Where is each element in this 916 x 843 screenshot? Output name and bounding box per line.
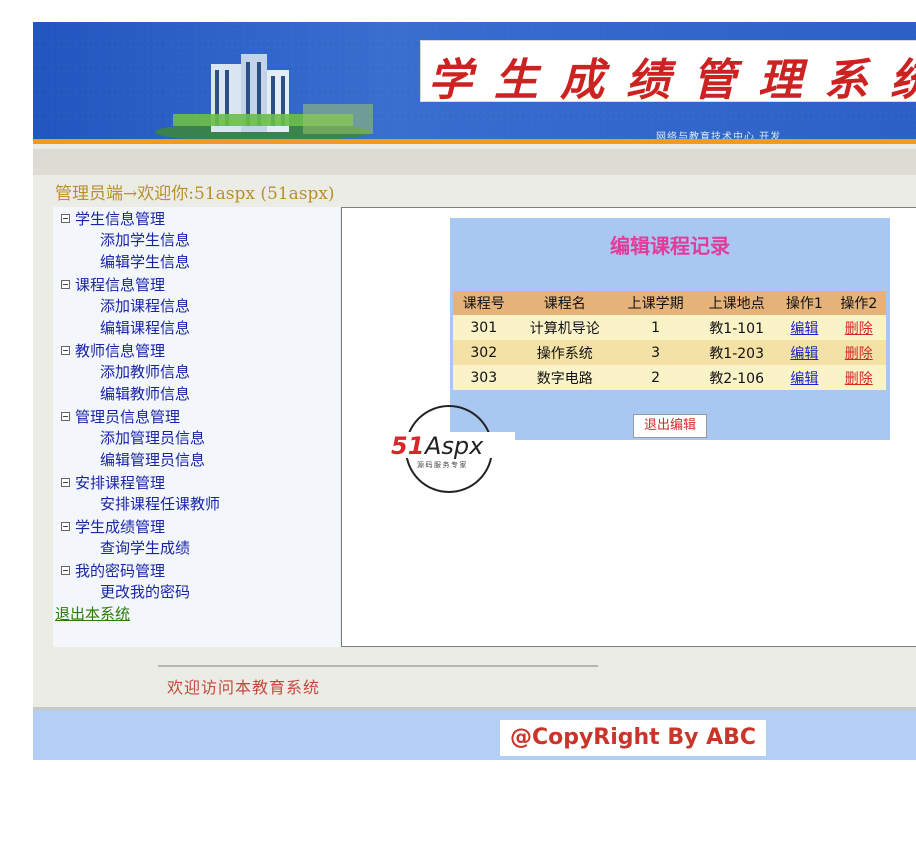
logout-link[interactable]: 退出本系统 <box>53 603 340 625</box>
column-header: 课程号 <box>453 291 515 315</box>
menu-item-edit-course[interactable]: 编辑课程信息 <box>53 317 340 339</box>
menu-group-course: 课程信息管理 添加课程信息 编辑课程信息 <box>53 273 340 339</box>
welcome-text: 管理员端→欢迎你:51aspx (51aspx) <box>55 184 335 204</box>
column-header: 操作2 <box>831 291 886 315</box>
menu-item-assign-teacher[interactable]: 安排课程任课教师 <box>53 493 340 515</box>
menu-group-course-header[interactable]: 课程信息管理 <box>53 273 340 295</box>
collapse-icon[interactable] <box>61 521 70 531</box>
menu-group-label[interactable]: 我的密码管理 <box>75 560 165 581</box>
sidebar-menu: 学生信息管理 添加学生信息 编辑学生信息 课程信息管理 添加课程信息 编辑课程信… <box>53 207 340 647</box>
logo-subtext: 源码服务专家 <box>417 460 468 469</box>
menu-group-teacher: 教师信息管理 添加教师信息 编辑教师信息 <box>53 339 340 405</box>
column-header: 上课学期 <box>615 291 697 315</box>
menu-group-label[interactable]: 教师信息管理 <box>75 340 165 361</box>
table-row: 302 操作系统 3 教1-203 编辑 删除 <box>453 340 886 365</box>
menu-group-student-header[interactable]: 学生信息管理 <box>53 207 340 229</box>
menu-item-add-teacher[interactable]: 添加教师信息 <box>53 361 340 383</box>
exit-edit-button[interactable]: 退出编辑 <box>633 414 707 438</box>
footer-welcome: 欢迎访问本教育系统 <box>167 678 321 697</box>
table-row: 303 数字电路 2 教2-106 编辑 删除 <box>453 365 886 390</box>
menu-group-schedule-header[interactable]: 安排课程管理 <box>53 471 340 493</box>
cell-course-id: 301 <box>453 315 515 340</box>
menu-group-admin-header[interactable]: 管理员信息管理 <box>53 405 340 427</box>
cell-course-id: 303 <box>453 365 515 390</box>
building-illustration <box>155 54 373 139</box>
edit-link[interactable]: 编辑 <box>790 371 818 387</box>
menu-item-edit-admin[interactable]: 编辑管理员信息 <box>53 449 340 471</box>
cell-course-id: 302 <box>453 340 515 365</box>
menu-group-schedule: 安排课程管理 安排课程任课教师 <box>53 471 340 515</box>
nav-strip <box>33 149 916 175</box>
content-area: 编辑课程记录 课程号 课程名 上课学期 上课地点 操作1 操作2 301 计算机… <box>341 207 916 647</box>
menu-item-add-admin[interactable]: 添加管理员信息 <box>53 427 340 449</box>
menu-group-admin: 管理员信息管理 添加管理员信息 编辑管理员信息 <box>53 405 340 471</box>
cell-place: 教1-101 <box>696 315 778 340</box>
collapse-icon[interactable] <box>61 411 70 421</box>
table-header-row: 课程号 课程名 上课学期 上课地点 操作1 操作2 <box>453 291 886 315</box>
menu-group-label[interactable]: 安排课程管理 <box>75 472 165 493</box>
menu-group-label[interactable]: 学生成绩管理 <box>75 516 165 537</box>
delete-link[interactable]: 删除 <box>845 346 873 362</box>
cell-edit: 编辑 <box>777 365 832 390</box>
column-header: 课程名 <box>514 291 616 315</box>
delete-link[interactable]: 删除 <box>845 321 873 337</box>
menu-item-add-student[interactable]: 添加学生信息 <box>53 229 340 251</box>
menu-group-teacher-header[interactable]: 教师信息管理 <box>53 339 340 361</box>
edit-link[interactable]: 编辑 <box>790 346 818 362</box>
cell-delete: 删除 <box>831 315 886 340</box>
panel-title: 编辑课程记录 <box>610 234 730 258</box>
menu-group-label[interactable]: 管理员信息管理 <box>75 406 180 427</box>
menu-group-password: 我的密码管理 更改我的密码 <box>53 559 340 603</box>
cell-course-name: 数字电路 <box>514 365 616 390</box>
cell-place: 教2-106 <box>696 365 778 390</box>
cell-term: 1 <box>615 315 697 340</box>
cell-edit: 编辑 <box>777 315 832 340</box>
course-table: 课程号 课程名 上课学期 上课地点 操作1 操作2 301 计算机导论 1 教1… <box>453 291 886 390</box>
page-frame: 学生成绩管理系统 网络与教育技术中心 开发 管理员端→欢迎你:51aspx (5… <box>33 22 916 760</box>
menu-item-add-course[interactable]: 添加课程信息 <box>53 295 340 317</box>
menu-group-student: 学生信息管理 添加学生信息 编辑学生信息 <box>53 207 340 273</box>
cell-course-name: 计算机导论 <box>514 315 616 340</box>
column-header: 操作1 <box>777 291 832 315</box>
menu-item-edit-student[interactable]: 编辑学生信息 <box>53 251 340 273</box>
cell-place: 教1-203 <box>696 340 778 365</box>
menu-group-grades: 学生成绩管理 查询学生成绩 <box>53 515 340 559</box>
delete-link[interactable]: 删除 <box>845 371 873 387</box>
menu-item-change-password[interactable]: 更改我的密码 <box>53 581 340 603</box>
collapse-icon[interactable] <box>61 213 70 223</box>
banner-accent-line <box>33 139 916 144</box>
table-row: 301 计算机导论 1 教1-101 编辑 删除 <box>453 315 886 340</box>
footer-divider <box>158 665 598 667</box>
logo-text-aspx: Aspx <box>423 432 484 460</box>
menu-group-label[interactable]: 课程信息管理 <box>75 274 165 295</box>
cell-delete: 删除 <box>831 340 886 365</box>
collapse-icon[interactable] <box>61 279 70 289</box>
copyright-text: @CopyRight By ABC <box>500 720 766 756</box>
cell-edit: 编辑 <box>777 340 832 365</box>
cell-term: 3 <box>615 340 697 365</box>
edit-link[interactable]: 编辑 <box>790 321 818 337</box>
logo-text: 51 <box>391 432 424 460</box>
menu-item-edit-teacher[interactable]: 编辑教师信息 <box>53 383 340 405</box>
menu-group-password-header[interactable]: 我的密码管理 <box>53 559 340 581</box>
cell-delete: 删除 <box>831 365 886 390</box>
system-title: 学生成绩管理系统 <box>428 55 916 106</box>
menu-group-grades-header[interactable]: 学生成绩管理 <box>53 515 340 537</box>
menu-group-label[interactable]: 学生信息管理 <box>75 208 165 229</box>
collapse-icon[interactable] <box>61 477 70 487</box>
column-header: 上课地点 <box>696 291 778 315</box>
cell-term: 2 <box>615 365 697 390</box>
footer-bar <box>33 707 916 760</box>
menu-item-query-grades[interactable]: 查询学生成绩 <box>53 537 340 559</box>
collapse-icon[interactable] <box>61 565 70 575</box>
collapse-icon[interactable] <box>61 345 70 355</box>
51aspx-logo: 51 Aspx 源码服务专家 <box>389 405 515 493</box>
cell-course-name: 操作系统 <box>514 340 616 365</box>
